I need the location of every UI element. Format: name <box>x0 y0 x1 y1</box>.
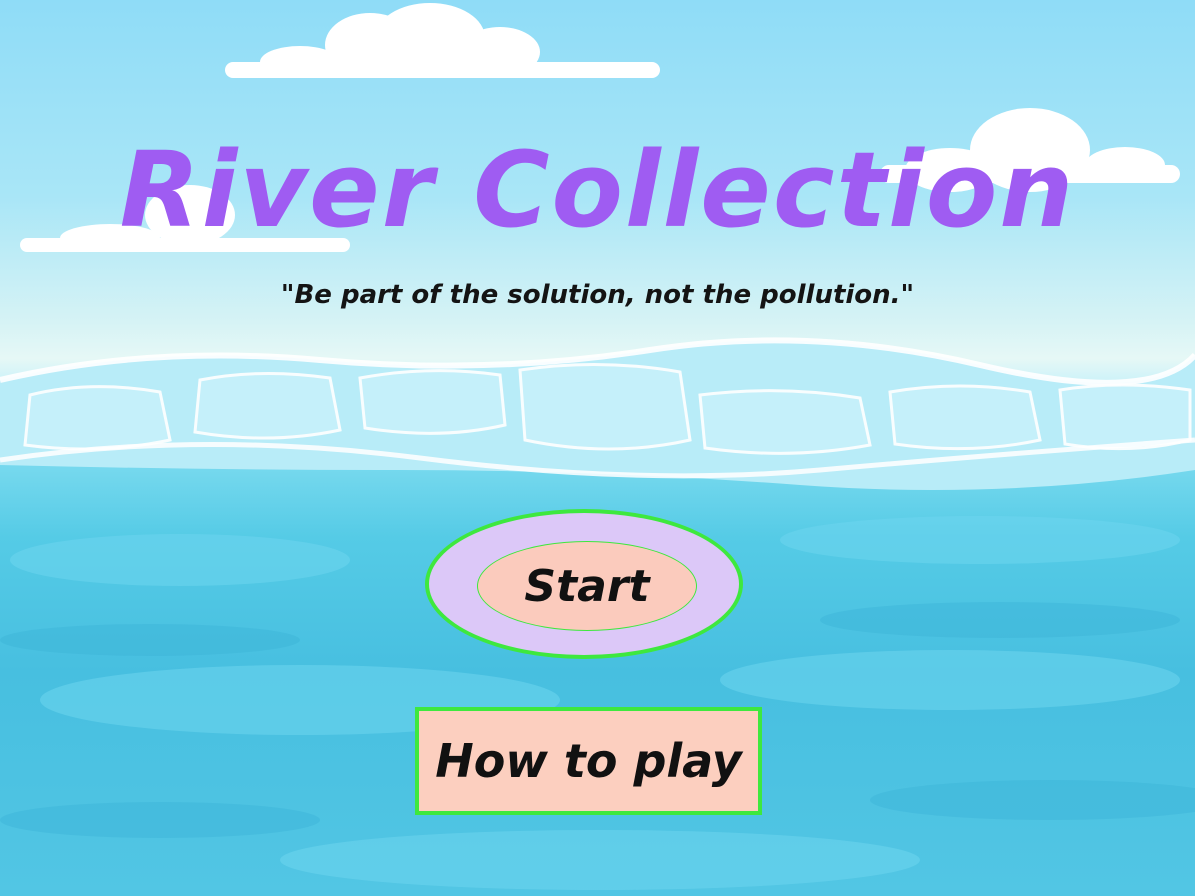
tagline: "Be part of the solution, not the pollut… <box>280 280 915 310</box>
game-title: River Collection <box>119 129 1076 251</box>
how-to-play-label: How to play <box>435 734 742 788</box>
start-button[interactable] <box>425 509 743 659</box>
title-screen: River Collection "Be part of the solutio… <box>0 0 1195 896</box>
cloud-top <box>225 3 660 78</box>
how-to-play-button[interactable]: How to play <box>415 707 762 815</box>
